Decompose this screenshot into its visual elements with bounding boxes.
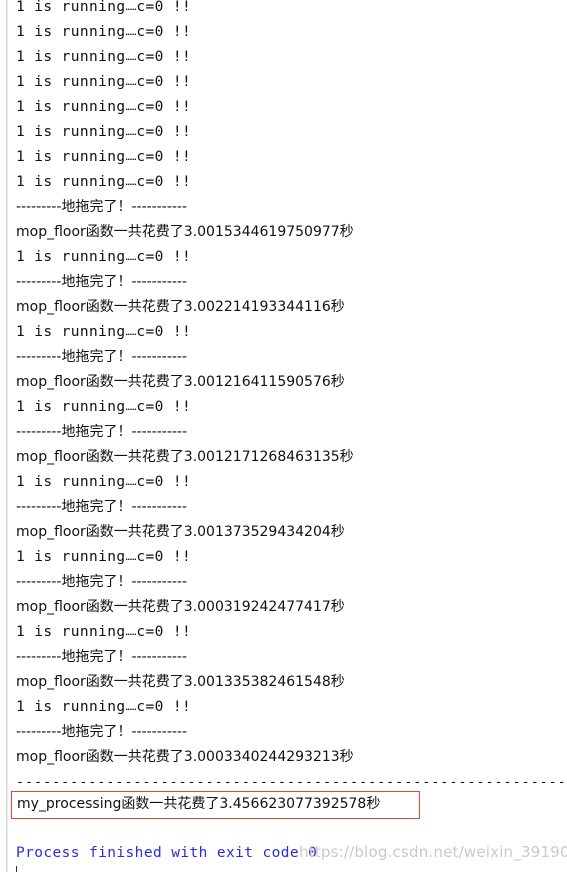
my-processing-timing-text: my_processing函数一共花费了3.456623077392578秒 — [17, 796, 381, 812]
console-line-running: 1 is running……c=0 !! — [16, 24, 192, 40]
console-line-separator: ---------地拖完了！----------- — [16, 274, 188, 290]
ellipsis-glyph: …… — [125, 703, 137, 713]
ellipsis-glyph: …… — [125, 128, 137, 138]
ellipsis-glyph: …… — [125, 78, 137, 88]
console-line-running: 1 is running……c=0 !! — [16, 249, 192, 265]
console-line-running: 1 is running……c=0 !! — [16, 324, 192, 340]
console-line-separator: ---------地拖完了！----------- — [16, 499, 188, 515]
console-line-running: 1 is running……c=0 !! — [16, 549, 192, 565]
console-line-running: 1 is running……c=0 !! — [16, 49, 192, 65]
console-line-separator: ---------地拖完了！----------- — [16, 424, 188, 440]
console-line-running: 1 is running……c=0 !! — [16, 149, 192, 165]
console-line-mop-floor-timing: mop_floor函数一共花费了3.0015344619750977秒 — [16, 224, 354, 240]
console-line-running: 1 is running……c=0 !! — [16, 0, 192, 15]
ellipsis-glyph: …… — [125, 478, 137, 488]
console-line-separator: ---------地拖完了！----------- — [16, 199, 188, 215]
console-line-mop-floor-timing: mop_floor函数一共花费了3.001373529434204秒 — [16, 524, 345, 540]
console-line-running: 1 is running……c=0 !! — [16, 699, 192, 715]
console-output-panel[interactable]: 1 is running……c=0 !! 1 is running……c=0 !!… — [0, 0, 567, 872]
ellipsis-glyph: …… — [125, 153, 137, 163]
ellipsis-glyph: …… — [125, 253, 137, 263]
ellipsis-glyph: …… — [125, 403, 137, 413]
ellipsis-glyph: …… — [125, 178, 137, 188]
console-line-list: 1 is running……c=0 !! 1 is running……c=0 !!… — [0, 0, 567, 795]
console-line-running: 1 is running……c=0 !! — [16, 474, 192, 490]
process-finished-line: Process finished with exit code 0 — [16, 845, 318, 861]
console-line-separator: ---------地拖完了！----------- — [16, 724, 188, 740]
console-line-running: 1 is running……c=0 !! — [16, 74, 192, 90]
console-line-separator: ---------地拖完了！----------- — [16, 649, 188, 665]
csdn-watermark: https://blog.csdn.net/weixin_39190382 — [299, 843, 567, 861]
console-line-mop-floor-timing: mop_floor函数一共花费了3.0012171268463135秒 — [16, 449, 354, 465]
console-line-running: 1 is running……c=0 !! — [16, 624, 192, 640]
console-caret — [16, 866, 17, 872]
console-line-separator: ---------地拖完了！----------- — [16, 349, 188, 365]
console-line-mop-floor-timing: mop_floor函数一共花费了3.001335382461548秒 — [16, 674, 345, 690]
console-line-separator: ---------地拖完了！----------- — [16, 574, 188, 590]
console-line-mop-floor-timing: mop_floor函数一共花费了3.000319242477417秒 — [16, 599, 345, 615]
ellipsis-glyph: …… — [125, 28, 137, 38]
ellipsis-glyph: …… — [125, 328, 137, 338]
ellipsis-glyph: …… — [125, 103, 137, 113]
console-line-running: 1 is running……c=0 !! — [16, 399, 192, 415]
ellipsis-glyph: …… — [125, 628, 137, 638]
console-line-running: 1 is running……c=0 !! — [16, 174, 192, 190]
ellipsis-glyph: …… — [125, 53, 137, 63]
console-line-running: 1 is running……c=0 !! — [16, 99, 192, 115]
console-line-mop-floor-timing: mop_floor函数一共花费了3.002214193344116秒 — [16, 299, 345, 315]
console-line-mop-floor-timing: mop_floor函数一共花费了3.001216411590576秒 — [16, 374, 345, 390]
ellipsis-glyph: …… — [125, 553, 137, 563]
ellipsis-glyph: …… — [125, 3, 137, 13]
console-line-running: 1 is running……c=0 !! — [16, 124, 192, 140]
console-line-mop-floor-timing: mop_floor函数一共花费了3.0003340244293213秒 — [16, 749, 354, 765]
highlight-box-my-processing[interactable]: my_processing函数一共花费了3.456623077392578秒 — [11, 791, 420, 819]
